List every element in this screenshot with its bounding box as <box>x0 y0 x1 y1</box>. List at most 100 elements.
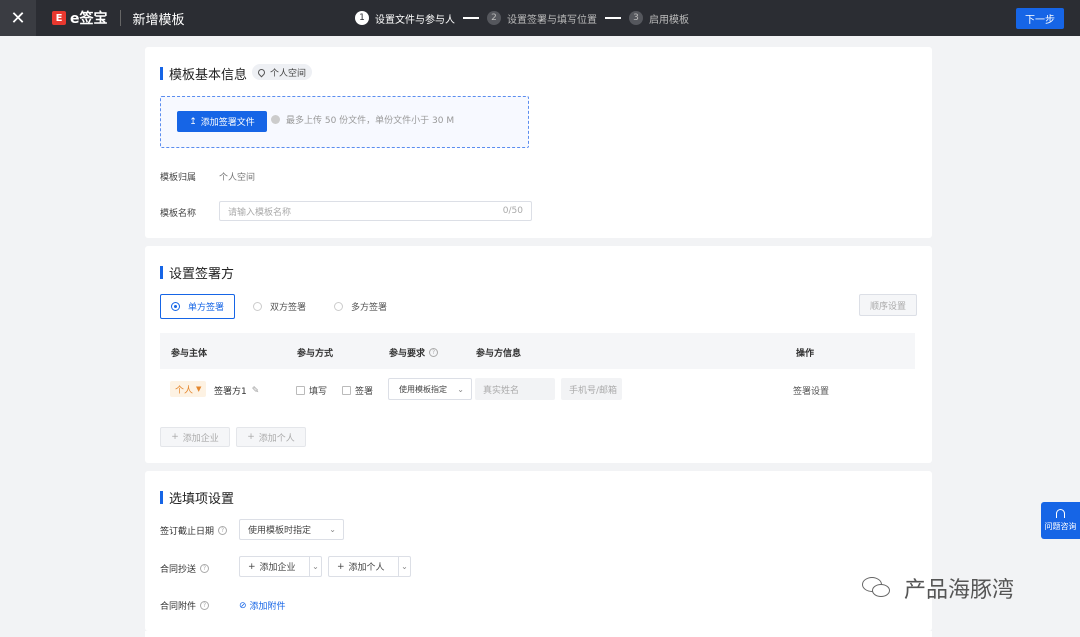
real-name-input[interactable]: 真实姓名 <box>475 378 555 400</box>
step-label: 设置文件与参与人 <box>375 14 455 26</box>
fill-checkbox[interactable]: 填写 <box>296 384 327 397</box>
step-number: 3 <box>629 11 643 25</box>
cc-add-company: + 添加企业 <box>240 560 309 574</box>
chevron-down-icon[interactable]: ⌄ <box>309 557 321 576</box>
checkbox-box <box>296 386 305 395</box>
help-icon[interactable]: ? <box>200 564 210 573</box>
caret-down-icon: ▼ <box>196 385 202 393</box>
sign-checkbox[interactable]: 签署 <box>342 384 373 397</box>
col-method: 参与方式 <box>297 349 334 359</box>
template-name-input[interactable]: 请输入模板名称 0/50 <box>219 201 532 221</box>
col-action: 操作 <box>796 349 815 359</box>
help-icon[interactable]: ? <box>200 601 210 610</box>
step-number: 1 <box>355 11 369 25</box>
col-info: 参与方信息 <box>476 349 522 359</box>
plus-icon: + <box>248 561 256 572</box>
space-tag-label: 个人空间 <box>270 68 307 79</box>
chevron-down-icon: ⌄ <box>457 384 464 394</box>
radio-dot <box>171 302 180 311</box>
logo-text: e签宝 <box>70 11 108 27</box>
divider <box>119 10 121 26</box>
deadline-select[interactable]: 使用模板时指定 ⌄ <box>239 519 344 540</box>
signer-name-text: 签署方1 <box>214 387 247 397</box>
signer-table-header: 参与主体 参与方式 参与要求 ? 参与方信息 操作 <box>160 333 915 369</box>
checkbox-box <box>342 386 351 395</box>
radio-multi-sign[interactable]: 多方签署 <box>334 300 387 313</box>
contact-placeholder: 手机号/邮箱 <box>569 385 618 396</box>
plus-icon: + <box>337 561 345 572</box>
cc-add-person: + 添加个人 <box>329 560 398 574</box>
next-step-button[interactable]: 下一步 <box>1016 8 1064 29</box>
signers-card: 设置签署方 单方签署 双方签署 多方签署 顺序设置 参与主体 参与方式 参与要求… <box>145 246 932 463</box>
upload-dropzone[interactable]: ↥ 添加签署文件 最多上传 50 份文件，单份文件小于 30 M <box>160 96 529 148</box>
contact-input[interactable]: 手机号/邮箱 <box>561 378 622 400</box>
close-icon: ✕ <box>10 7 26 29</box>
basic-info-card: 模板基本信息 个人空间 ↥ 添加签署文件 最多上传 50 份文件，单份文件小于 … <box>145 47 932 238</box>
cc-person-label: 添加个人 <box>348 563 385 573</box>
radio-dual-sign[interactable]: 双方签署 <box>253 300 306 313</box>
plus-icon: + <box>171 432 179 442</box>
help-icon[interactable]: ? <box>429 348 439 357</box>
add-person-button[interactable]: + 添加个人 <box>236 427 306 447</box>
info-icon <box>271 115 280 124</box>
checkbox-label: 签署 <box>355 387 374 397</box>
help-icon[interactable]: ? <box>218 526 228 535</box>
help-consult-button[interactable]: 问题咨询 <box>1041 502 1080 539</box>
chevron-down-icon[interactable]: ⌄ <box>398 557 410 576</box>
signer-type-label: 个人 <box>175 385 194 396</box>
radio-label: 双方签署 <box>270 303 307 313</box>
section-title-options: 选填项设置 <box>160 488 234 507</box>
stepper: 1 设置文件与参与人 2 设置签署与填写位置 3 启用模板 <box>355 0 689 36</box>
step-connector <box>605 17 621 19</box>
signer-type-dropdown[interactable]: 个人 ▼ <box>170 381 207 397</box>
next-card-edge <box>145 631 932 637</box>
step-number: 2 <box>487 11 501 25</box>
section-title-basic: 模板基本信息 <box>160 64 247 83</box>
cc-add-company-button[interactable]: + 添加企业 ⌄ <box>239 556 322 577</box>
col-requirement-label: 参与要求 <box>389 349 426 359</box>
page-title: 新增模板 <box>132 12 185 28</box>
paperclip-icon: ⊘ <box>239 600 247 611</box>
cc-add-person-button[interactable]: + 添加个人 ⌄ <box>328 556 411 577</box>
logo: E e签宝 <box>52 8 108 28</box>
requirement-value: 使用模板指定 <box>399 384 447 394</box>
close-button[interactable]: ✕ <box>0 0 36 36</box>
help-consult-label: 问题咨询 <box>1044 522 1077 531</box>
add-sign-file-button[interactable]: ↥ 添加签署文件 <box>177 111 267 132</box>
sign-mode-group: 单方签署 双方签署 多方签署 <box>160 294 415 319</box>
upload-button-label: 添加签署文件 <box>200 118 255 128</box>
headset-icon <box>1056 509 1065 518</box>
step-connector <box>463 17 479 19</box>
watermark-text: 产品海豚湾 <box>904 578 1015 603</box>
step-label: 启用模板 <box>649 14 689 26</box>
step-2: 2 设置签署与填写位置 <box>487 11 597 26</box>
radio-label: 多方签署 <box>351 303 388 313</box>
step-3: 3 启用模板 <box>629 11 689 26</box>
col-subject: 参与主体 <box>171 349 208 359</box>
upload-hint: 最多上传 50 份文件，单份文件小于 30 M <box>271 113 454 126</box>
add-attachment-link[interactable]: ⊘ 添加附件 <box>239 599 286 613</box>
order-settings-button[interactable]: 顺序设置 <box>859 294 917 316</box>
chevron-down-icon: ⌄ <box>329 525 336 534</box>
cc-label-text: 合同抄送 <box>160 565 197 575</box>
add-company-label: 添加企业 <box>182 433 219 444</box>
step-1: 1 设置文件与参与人 <box>355 11 455 26</box>
upload-icon: ↥ <box>189 116 197 127</box>
space-tag: 个人空间 <box>252 64 313 80</box>
deadline-value: 使用模板时指定 <box>248 526 312 536</box>
sign-settings-link[interactable]: 签署设置 <box>793 384 829 397</box>
template-name-label: 模板名称 <box>160 209 197 219</box>
add-company-button[interactable]: + 添加企业 <box>160 427 230 447</box>
cc-company-label: 添加企业 <box>259 563 296 573</box>
requirement-select[interactable]: 使用模板指定 ⌄ <box>388 378 472 400</box>
location-pin-icon <box>256 67 267 77</box>
step-label: 设置签署与填写位置 <box>507 14 597 26</box>
add-attachment-label: 添加附件 <box>249 602 286 612</box>
attach-label: 合同附件 ? <box>160 599 210 612</box>
cc-label: 合同抄送 ? <box>160 562 210 575</box>
checkbox-label: 填写 <box>309 387 328 397</box>
edit-icon[interactable]: ✎ <box>252 386 260 396</box>
template-name-placeholder: 请输入模板名称 <box>228 207 292 218</box>
upload-hint-text: 最多上传 50 份文件，单份文件小于 30 M <box>286 116 455 126</box>
radio-single-sign[interactable]: 单方签署 <box>160 294 236 319</box>
